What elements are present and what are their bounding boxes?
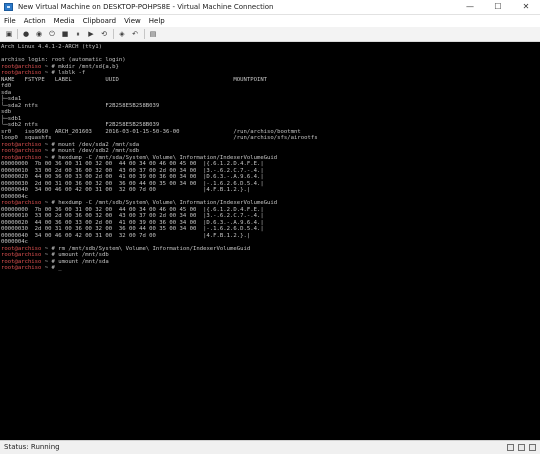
terminal-text: 00000040 34 00 46 00 42 00 31 00 32 00 7…	[1, 232, 251, 239]
shell-prompt: root@archiso	[1, 200, 42, 206]
terminal-text: sdb	[1, 109, 12, 115]
shell-prompt: root@archiso	[1, 63, 42, 70]
terminal-text: 00000000 7b 00 36 00 31 00 32 00 44 00 3…	[1, 206, 264, 213]
terminal-text: ~ # lsblk -f	[41, 70, 86, 76]
terminal-text: ~ # hexdump -C /mnt/sdb/System\ Volume\ …	[41, 200, 278, 206]
enhanced-session-icon[interactable]: ▤	[148, 29, 158, 39]
menu-media[interactable]: Media	[50, 15, 79, 27]
terminal-text: ~ # hexdump -C /mnt/sda/System\ Volume\ …	[41, 154, 278, 161]
menu-action[interactable]: Action	[20, 15, 50, 27]
terminal-text: 00000010 33 00 2d 00 36 00 32 00 43 00 3…	[1, 213, 264, 219]
terminal-text: fd0	[1, 83, 12, 89]
status-icons	[507, 444, 536, 451]
resume-icon[interactable]: ▶	[86, 29, 96, 39]
status-bar: Status: Running	[0, 440, 540, 454]
terminal-text: ~ # umount /mnt/sda	[41, 258, 109, 265]
terminal-text: ~ # _	[41, 265, 62, 271]
shell-prompt: root@archiso	[1, 245, 42, 252]
shell-prompt: root@archiso	[1, 148, 42, 154]
menu-clipboard[interactable]: Clipboard	[79, 15, 120, 27]
checkpoint-icon[interactable]: ◈	[117, 29, 127, 39]
ctrl-alt-del-icon[interactable]: ▣	[4, 29, 14, 39]
window-controls: — ☐ ✕	[456, 0, 540, 14]
reset-icon[interactable]: ⟲	[99, 29, 109, 39]
start-icon[interactable]: ●	[21, 29, 31, 39]
terminal-text: ├─sdb1	[1, 115, 22, 122]
toolbar: ▣ ● ◉ ⏻ ■ ⏸ ▶ ⟲ ◈ ↶ ▤	[0, 27, 540, 42]
terminal-text: ├─sda1	[1, 96, 22, 102]
shell-prompt: root@archiso	[1, 141, 42, 148]
menu-file[interactable]: File	[0, 15, 20, 27]
save-icon[interactable]: ■	[60, 29, 70, 39]
menu-view[interactable]: View	[120, 15, 145, 27]
keyboard-icon	[507, 444, 514, 451]
terminal-text: 00000020 44 00 36 00 33 00 2d 00 41 00 3…	[1, 174, 264, 180]
shut-down-icon[interactable]: ⏻	[47, 29, 57, 39]
title-bar: New Virtual Machine on DESKTOP-POHPS8E -…	[0, 0, 540, 15]
terminal-line: root@archiso ~ # _	[1, 265, 318, 272]
terminal-text: ~ # umount /mnt/sdb	[41, 252, 109, 258]
close-button[interactable]: ✕	[512, 0, 540, 14]
toolbar-separator	[144, 29, 145, 39]
shell-prompt: root@archiso	[1, 154, 42, 161]
maximize-button[interactable]: ☐	[484, 0, 512, 14]
terminal-text: └─sdb2 ntfs F2B258E5B258B039	[1, 122, 160, 128]
terminal-output: Arch Linux 4.4.1-2-ARCH (tty1) archiso lo…	[1, 44, 318, 272]
lock-icon	[518, 444, 525, 451]
terminal-text: NAME FSTYPE LABEL UUID MOUNTPOINT	[1, 76, 268, 83]
status-text: Status: Running	[4, 443, 60, 451]
terminal-text: 00000030 2d 00 31 00 36 00 32 00 36 00 4…	[1, 226, 264, 232]
toolbar-separator	[113, 29, 114, 39]
menu-help[interactable]: Help	[145, 15, 169, 27]
vm-connection-icon	[4, 3, 13, 11]
terminal-text: ~ # rm /mnt/sdb/System\ Volume\ Informat…	[41, 245, 251, 252]
shell-prompt: root@archiso	[1, 265, 42, 271]
terminal-text: └─sda2 ntfs F2B258E5B258B039	[1, 102, 160, 109]
revert-icon[interactable]: ↶	[130, 29, 140, 39]
vm-screen[interactable]: Arch Linux 4.4.1-2-ARCH (tty1) archiso lo…	[0, 42, 540, 440]
network-icon	[529, 444, 536, 451]
menu-bar: File Action Media Clipboard View Help	[0, 15, 540, 27]
terminal-text: ~ # mount /dev/sdb2 /mnt/sdb	[41, 148, 140, 154]
terminal-text: 00000040 34 00 46 00 42 00 31 00 32 00 7…	[1, 187, 251, 193]
terminal-text: 0000004c	[1, 239, 28, 245]
terminal-text: Arch Linux 4.4.1-2-ARCH (tty1)	[1, 44, 103, 50]
terminal-text: sr0 iso9660 ARCH_201603 2016-03-01-15-50…	[1, 128, 301, 135]
shell-prompt: root@archiso	[1, 70, 42, 76]
window-title: New Virtual Machine on DESKTOP-POHPS8E -…	[18, 3, 274, 11]
shell-prompt: root@archiso	[1, 252, 42, 258]
terminal-text: 00000000 7b 00 36 00 31 00 32 00 44 00 3…	[1, 161, 264, 167]
terminal-text: 00000010 33 00 2d 00 36 00 32 00 43 00 3…	[1, 167, 264, 174]
pause-icon[interactable]: ⏸	[73, 29, 83, 39]
terminal-text: sda	[1, 89, 12, 96]
terminal-text: 0000004c	[1, 193, 28, 200]
terminal-text: 00000030 2d 00 31 00 36 00 32 00 36 00 4…	[1, 180, 264, 187]
minimize-button[interactable]: —	[456, 0, 484, 14]
terminal-text: loop0 squashfs /run/archiso/sfs/airootfs	[1, 135, 318, 141]
terminal-text: ~ # mount /dev/sda2 /mnt/sda	[41, 141, 140, 148]
terminal-text: ~ # mkdir /mnt/sd{a,b}	[41, 63, 119, 70]
terminal-text: 00000020 44 00 36 00 33 00 2d 00 41 00 3…	[1, 219, 264, 226]
terminal-text: archiso login: root (automatic login)	[1, 57, 126, 63]
toolbar-separator	[17, 29, 18, 39]
turn-off-icon[interactable]: ◉	[34, 29, 44, 39]
shell-prompt: root@archiso	[1, 258, 42, 265]
